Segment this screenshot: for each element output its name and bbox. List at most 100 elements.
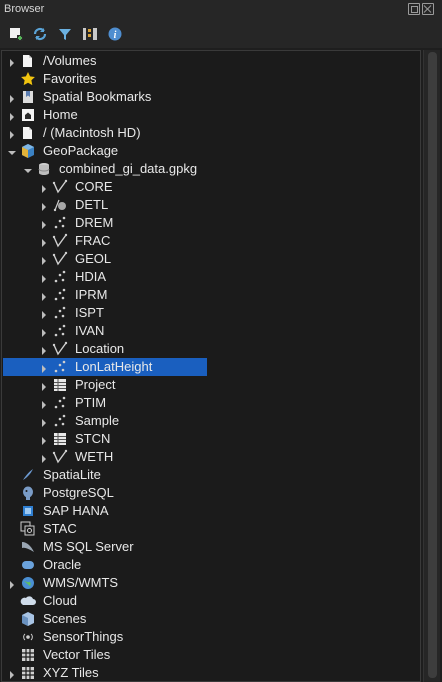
tree-item-weth[interactable]: WETH xyxy=(2,448,420,466)
line-icon xyxy=(52,233,68,249)
scrollbar-thumb[interactable] xyxy=(428,52,437,678)
tree-item-vector-tiles[interactable]: Vector Tiles xyxy=(2,646,420,664)
tree-item-ptim[interactable]: PTIM xyxy=(2,394,420,412)
tree-item-label: Sample xyxy=(75,413,120,428)
tree-item-stac[interactable]: STAC xyxy=(2,520,420,538)
expand-arrow-icon[interactable] xyxy=(39,182,49,193)
oracle-icon xyxy=(20,557,36,573)
point-icon xyxy=(52,413,68,429)
add-layer-button[interactable] xyxy=(8,26,24,42)
tree-item-sensorthings[interactable]: SensorThings xyxy=(2,628,420,646)
tree-item-label: combined_gi_data.gpkg xyxy=(59,161,198,176)
database-icon xyxy=(36,161,52,177)
tree-item-label: LonLatHeight xyxy=(75,359,153,374)
tree-item-label: SAP HANA xyxy=(43,503,109,518)
expand-arrow-icon[interactable] xyxy=(7,110,17,121)
tree-item-spatial-bookmarks[interactable]: Spatial Bookmarks xyxy=(2,88,420,106)
expand-arrow-icon[interactable] xyxy=(39,290,49,301)
browser-tree[interactable]: /Volumes Favorites Spatial Bookmarks Home / … xyxy=(1,50,421,682)
tree-item-wms-wmts[interactable]: WMS/WMTS xyxy=(2,574,420,592)
tree-item-geopackage[interactable]: GeoPackage xyxy=(2,142,420,160)
scenes-icon xyxy=(20,611,36,627)
collapse-arrow-icon[interactable] xyxy=(7,146,17,156)
table-icon xyxy=(52,377,68,393)
expand-arrow-icon[interactable] xyxy=(39,236,49,247)
geopackage-icon xyxy=(20,143,36,159)
tree-item-combined-gi-data-gpkg[interactable]: combined_gi_data.gpkg xyxy=(2,160,420,178)
collapse-arrow-icon[interactable] xyxy=(23,164,33,174)
panel-titlebar: Browser xyxy=(0,0,442,20)
expand-arrow-icon[interactable] xyxy=(39,344,49,355)
vertical-scrollbar[interactable] xyxy=(423,50,440,682)
expand-arrow-icon[interactable] xyxy=(7,578,17,589)
tree-item-postgresql[interactable]: PostgreSQL xyxy=(2,484,420,502)
expand-arrow-icon[interactable] xyxy=(7,128,17,139)
tree-item-location[interactable]: Location xyxy=(2,340,420,358)
expand-arrow-icon[interactable] xyxy=(39,452,49,463)
tree-item-lonlatheight[interactable]: LonLatHeight xyxy=(2,358,420,376)
expand-arrow-icon[interactable] xyxy=(7,668,17,679)
tree-item-ispt[interactable]: ISPT xyxy=(2,304,420,322)
expand-arrow-icon[interactable] xyxy=(7,92,17,103)
bookmark-icon xyxy=(20,89,36,105)
point-icon xyxy=(52,359,68,375)
tree-item-drem[interactable]: DREM xyxy=(2,214,420,232)
expand-arrow-icon[interactable] xyxy=(39,218,49,229)
tree-item-label: MS SQL Server xyxy=(43,539,134,554)
expand-arrow-icon[interactable] xyxy=(39,326,49,337)
tree-item-label: IPRM xyxy=(75,287,108,302)
tree-item-sap-hana[interactable]: SAP HANA xyxy=(2,502,420,520)
float-panel-button[interactable] xyxy=(408,3,420,15)
point-icon xyxy=(52,269,68,285)
expand-arrow-icon[interactable] xyxy=(39,398,49,409)
tree-item-label: CORE xyxy=(75,179,113,194)
tree-item-project[interactable]: Project xyxy=(2,376,420,394)
tree-item-home[interactable]: Home xyxy=(2,106,420,124)
tree-item-label: PTIM xyxy=(75,395,107,410)
filter-button[interactable] xyxy=(57,26,73,42)
tree-item-label: PostgreSQL xyxy=(43,485,114,500)
tree-item-oracle[interactable]: Oracle xyxy=(2,556,420,574)
expand-arrow-icon[interactable] xyxy=(39,416,49,427)
expand-arrow-icon[interactable] xyxy=(39,272,49,283)
tree-item-frac[interactable]: FRAC xyxy=(2,232,420,250)
tree-item-ivan[interactable]: IVAN xyxy=(2,322,420,340)
expand-arrow-icon[interactable] xyxy=(39,362,49,373)
tree-item-label: STAC xyxy=(43,521,77,536)
expand-arrow-icon[interactable] xyxy=(39,380,49,391)
line-icon xyxy=(52,341,68,357)
tree-item-favorites[interactable]: Favorites xyxy=(2,70,420,88)
globe-icon xyxy=(20,575,36,591)
tree-item-label: WMS/WMTS xyxy=(43,575,119,590)
point-icon xyxy=(52,215,68,231)
tree-item-label: DREM xyxy=(75,215,114,230)
tree-item-xyz-tiles[interactable]: XYZ Tiles xyxy=(2,664,420,681)
tree-item-label: Project xyxy=(75,377,116,392)
tree-item-stcn[interactable]: STCN xyxy=(2,430,420,448)
postgresql-icon xyxy=(20,485,36,501)
tree-item-ms-sql-server[interactable]: MS SQL Server xyxy=(2,538,420,556)
tree-item-sample[interactable]: Sample xyxy=(2,412,420,430)
collapse-all-button[interactable] xyxy=(82,26,98,42)
expand-arrow-icon[interactable] xyxy=(7,56,17,67)
tree-item-label: Vector Tiles xyxy=(43,647,111,662)
expand-arrow-icon[interactable] xyxy=(39,308,49,319)
point-icon xyxy=(52,395,68,411)
tree-item-hdia[interactable]: HDIA xyxy=(2,268,420,286)
tree-item-geol[interactable]: GEOL xyxy=(2,250,420,268)
tree-item-core[interactable]: CORE xyxy=(2,178,420,196)
tree-item-iprm[interactable]: IPRM xyxy=(2,286,420,304)
refresh-button[interactable] xyxy=(32,26,48,42)
tree-item-volumes[interactable]: /Volumes xyxy=(2,52,420,70)
home-icon xyxy=(20,107,36,123)
expand-arrow-icon[interactable] xyxy=(39,200,49,211)
expand-arrow-icon[interactable] xyxy=(39,434,49,445)
tree-item-detl[interactable]: DETL xyxy=(2,196,420,214)
close-panel-button[interactable] xyxy=(422,3,434,15)
tree-item-scenes[interactable]: Scenes xyxy=(2,610,420,628)
properties-button[interactable]: i xyxy=(107,26,123,42)
expand-arrow-icon[interactable] xyxy=(39,254,49,265)
tree-item-spatialite[interactable]: SpatiaLite xyxy=(2,466,420,484)
tree-item-cloud[interactable]: Cloud xyxy=(2,592,420,610)
tree-item-macintosh-hd[interactable]: / (Macintosh HD) xyxy=(2,124,420,142)
